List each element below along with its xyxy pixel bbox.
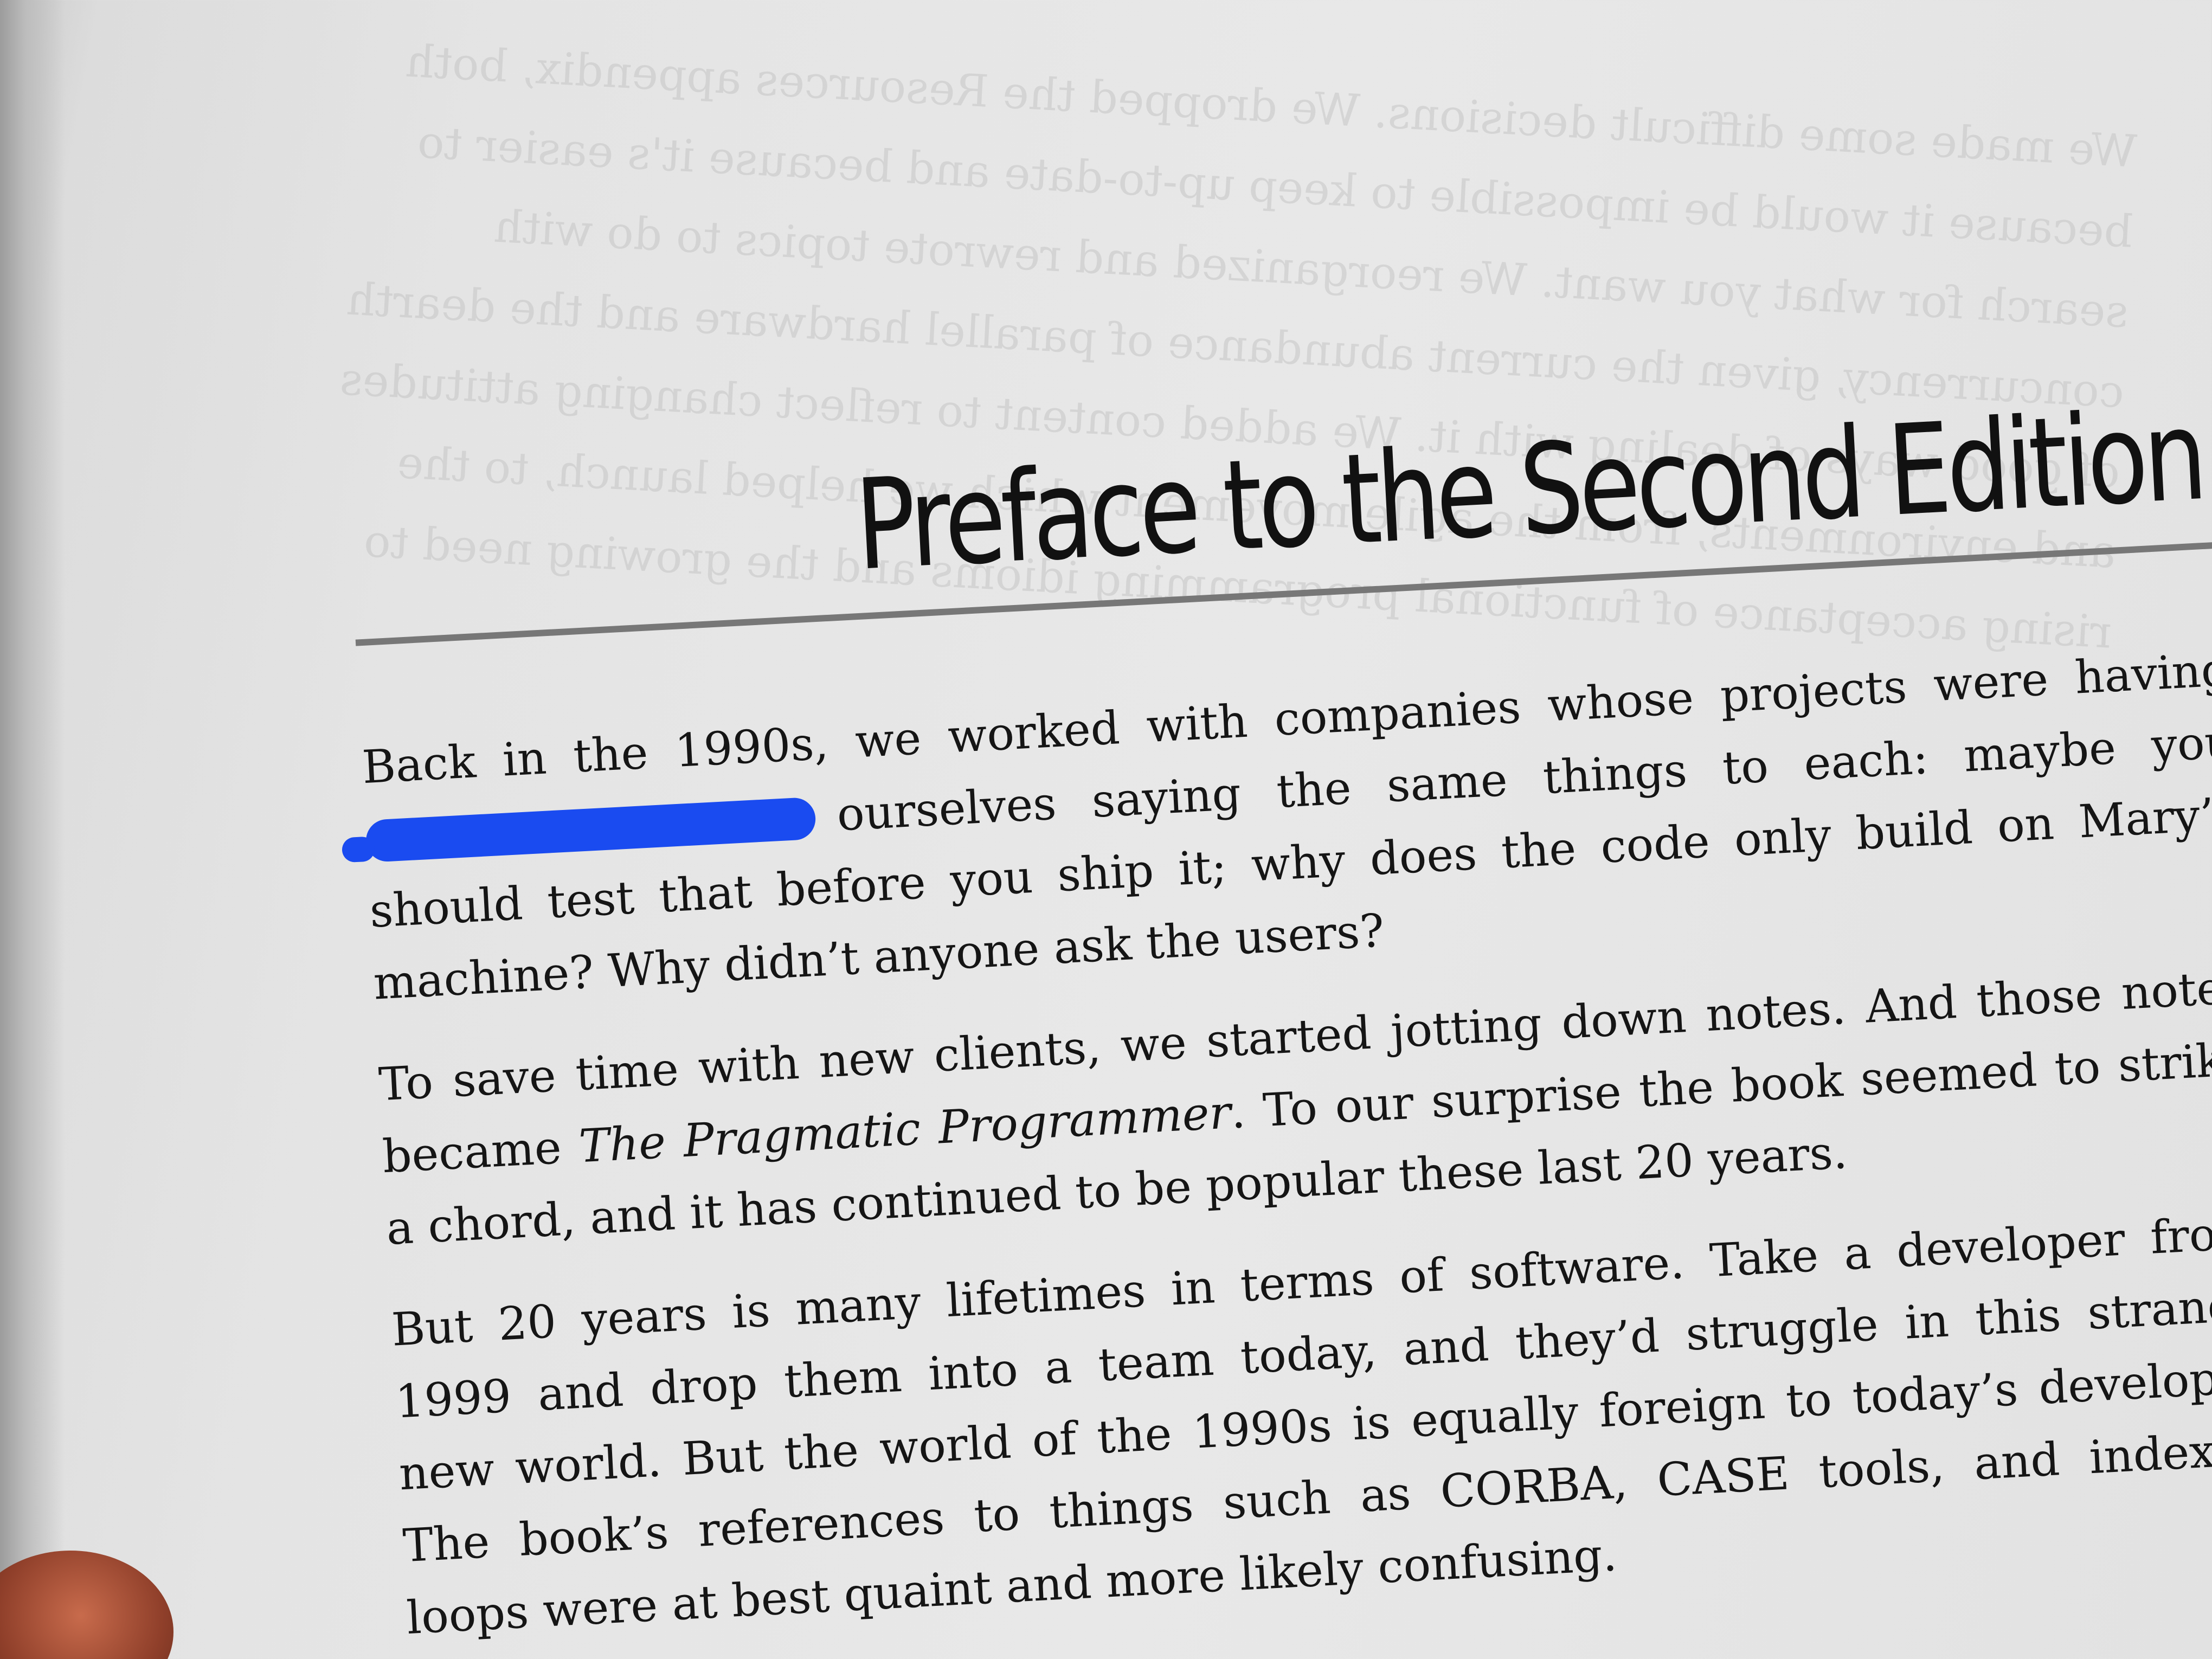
- paragraph-1: Back in the 1990s, we worked with compan…: [361, 634, 2212, 1020]
- blue-marker-redaction: [365, 796, 817, 863]
- body-text: Back in the 1990s, we worked with compan…: [361, 634, 2212, 1654]
- page-gutter-shadow: [0, 0, 65, 1659]
- book-page: Preface to the Second Edition Back in th…: [347, 380, 2212, 1659]
- paragraph-3: But 20 years is many lifetimes in terms …: [390, 1196, 2212, 1654]
- text-fragment: became: [381, 1120, 581, 1184]
- thumb-in-frame: [0, 1551, 173, 1659]
